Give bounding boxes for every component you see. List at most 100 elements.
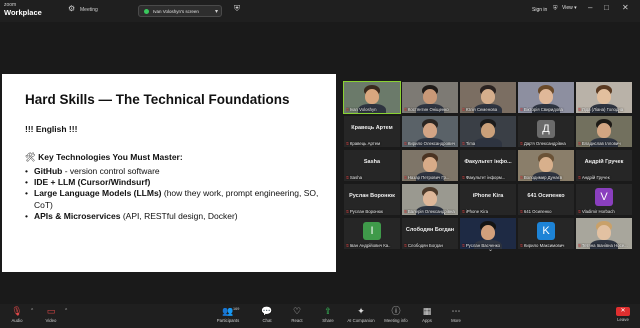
screen-share-banner[interactable]: Ivan Voloshyn's screen ▾ <box>138 5 222 17</box>
share-button[interactable]: ⇪ Share <box>313 306 343 323</box>
video-button[interactable]: ▭ Video <box>36 306 66 323</box>
participant-name: ⦸Андрій Гручек <box>578 175 631 180</box>
chevron-up-icon[interactable]: ⌃ <box>30 308 34 314</box>
minimize-icon[interactable]: – <box>588 3 592 12</box>
participant-tile[interactable]: Руслан Воронюк ⦸Руслан Воронюк <box>344 184 400 215</box>
ai-companion-button[interactable]: ✦ AI Companion <box>346 306 376 323</box>
mic-muted-icon: ⦸ <box>578 243 581 248</box>
bullet-item: APIs & Microservices (API, RESTful desig… <box>25 211 325 222</box>
avatar: I <box>363 222 381 240</box>
react-button[interactable]: ♡ React <box>282 306 312 323</box>
participant-tile[interactable]: ⦸Владислав Іллович <box>576 116 632 147</box>
view-label: View <box>562 5 573 11</box>
top-bar: zoom Workplace ⚙ Meeting Ivan Voloshyn's… <box>0 0 640 22</box>
participant-tile[interactable]: ⦸Володимир Дунаєв <box>518 150 574 181</box>
mic-muted-icon: ⦸ <box>462 107 465 112</box>
mic-muted-icon: ⦸ <box>404 243 407 248</box>
participant-tile[interactable]: Андрій Гручек ⦸Андрій Гручек <box>576 150 632 181</box>
maximize-icon[interactable]: □ <box>604 3 609 12</box>
participant-name: ⦸iPhone Kira <box>462 209 515 214</box>
participant-tile[interactable]: K ⦸Кирило Максимович <box>518 218 574 249</box>
participants-label: Participants <box>216 318 240 323</box>
participant-tile[interactable]: ⦸Назар Петрович Гр... <box>402 150 458 181</box>
mic-muted-icon: ⦸ <box>520 141 523 146</box>
participant-tile[interactable]: ⦸Костянтин Оніщенко <box>402 82 458 113</box>
mic-muted-icon: ⦸ <box>404 141 407 146</box>
participant-tile[interactable]: Кравець Артем ⦸Кравець Артем <box>344 116 400 147</box>
participant-name: ⦸Валерія Олександрівна <box>404 209 457 214</box>
participant-tile[interactable]: ⦸Вікторія Свиридова <box>518 82 574 113</box>
chevron-up-icon[interactable]: ⌃ <box>64 308 68 314</box>
signin-button[interactable]: Sign in <box>532 7 547 13</box>
bullet-item: Large Language Models (LLMs) (how they w… <box>25 188 325 210</box>
participant-name-text: Владислав Іллович <box>581 141 621 146</box>
participant-tile[interactable]: ⦸Ivan Voloshyn <box>343 81 401 114</box>
participant-tile[interactable]: Слободян Богдан ⦸Слободян Богдан <box>402 218 458 249</box>
apps-button[interactable]: ▦ Apps <box>412 306 442 323</box>
brand-name: Workplace <box>4 8 42 17</box>
leave-button[interactable]: ✕ Leave <box>608 306 638 322</box>
participant-name: ⦸Кирило Олександрович <box>404 141 457 146</box>
participant-name-text: Слободян Богдан <box>407 243 443 248</box>
gear-icon[interactable]: ⚙ <box>68 5 75 13</box>
close-icon[interactable]: ✕ <box>622 3 629 12</box>
slide-bullet-list: GitHub - version control software IDE + … <box>25 166 325 222</box>
participant-name-text: Ліда (Ліана) Голодна <box>581 107 624 112</box>
participant-tile[interactable]: 641 Осипенко ⦸641 Осипенко <box>518 184 574 215</box>
participant-name: ⦸Vladimir Horbach <box>578 209 631 214</box>
participant-tile[interactable]: ⦸Юлія Семенова <box>460 82 516 113</box>
participant-tile[interactable]: ⦸Кирило Олександрович <box>402 116 458 147</box>
participant-display-name: Кравець Артем <box>351 125 393 131</box>
avatar: V <box>595 188 613 206</box>
participant-display-name: Факультет інфо... <box>464 159 512 165</box>
view-button[interactable]: View ▾ <box>562 5 577 11</box>
shield-icon[interactable]: ⛨ <box>234 5 240 13</box>
participant-tile[interactable]: Факультет інфо... ⦸Факультет інформ... <box>460 150 516 181</box>
participant-name-text: Назар Петрович Гр... <box>407 175 450 180</box>
participant-name-text: Sasha <box>349 175 362 180</box>
participant-name-text: Руслан Воронюк <box>349 209 383 214</box>
participant-video <box>539 157 553 172</box>
apps-label: Apps <box>422 318 432 323</box>
participants-button[interactable]: 👥 169 Participants <box>213 306 243 323</box>
shield-check-icon[interactable]: ⛨ <box>553 6 558 12</box>
participant-name: ⦸Дар'я Олександрівна <box>520 141 573 146</box>
participant-tile[interactable]: I ⦸Іван Андрійович Ка.. <box>344 218 400 249</box>
participant-name-text: Ivan Voloshyn <box>349 107 377 112</box>
participant-name: ⦸Слободян Богдан <box>404 243 457 248</box>
chat-button[interactable]: 💬 Chat <box>252 306 282 323</box>
audio-button[interactable]: 🎙 Audio <box>2 306 32 323</box>
mic-muted-icon: ⦸ <box>346 141 349 146</box>
participant-name-text: Кравець Артем <box>349 141 381 146</box>
ai-companion-label: AI Companion <box>347 318 375 323</box>
apps-icon: ▦ <box>422 306 432 316</box>
participant-name-text: Володимир Дунаєв <box>523 175 563 180</box>
mic-muted-icon: ⦸ <box>346 175 349 180</box>
participant-tile[interactable]: Sasha ⦸Sasha <box>344 150 400 181</box>
participant-tile[interactable]: ⦸Тетяна Іванівна Носе... <box>576 218 632 249</box>
participant-name: ⦸Владислав Іллович <box>578 141 631 146</box>
participant-tile[interactable]: ⦸Tima <box>460 116 516 147</box>
participant-tile[interactable]: ⦸Ліда (Ліана) Голодна <box>576 82 632 113</box>
ai-companion-icon: ✦ <box>357 306 365 316</box>
slide-subtitle: 🛠 Key Technologies You Must Master: <box>25 152 183 163</box>
video-label: Video <box>45 318 57 323</box>
participant-tile[interactable]: ⦸Валерія Олександрівна <box>402 184 458 215</box>
participant-name-text: 641 Осипенко <box>523 209 552 214</box>
participant-name-text: Дар'я Олександрівна <box>523 141 566 146</box>
mic-muted-icon: ⦸ <box>578 107 581 112</box>
participant-tile[interactable]: Д ⦸Дар'я Олександрівна <box>518 116 574 147</box>
more-button[interactable]: ⋯ More <box>441 306 471 323</box>
participant-name-text: iPhone Kira <box>465 209 489 214</box>
participant-name: ⦸Руслан Воронюк <box>346 209 399 214</box>
chevron-down-icon[interactable]: ▾ <box>215 8 218 15</box>
chevron-down-icon[interactable]: ⌄ <box>488 246 493 253</box>
participant-tile[interactable]: V ⦸Vladimir Horbach <box>576 184 632 215</box>
participant-tile[interactable]: ⦸Руслан Васченко <box>460 218 516 249</box>
participant-video <box>423 89 437 104</box>
audio-label: Audio <box>11 318 23 323</box>
participant-name: ⦸Факультет інформ... <box>462 175 515 180</box>
participant-name-text: Руслан Васченко <box>465 243 501 248</box>
participant-tile[interactable]: iPhone Kira ⦸iPhone Kira <box>460 184 516 215</box>
meeting-info-button[interactable]: ⓘ Meeting info <box>381 306 411 323</box>
